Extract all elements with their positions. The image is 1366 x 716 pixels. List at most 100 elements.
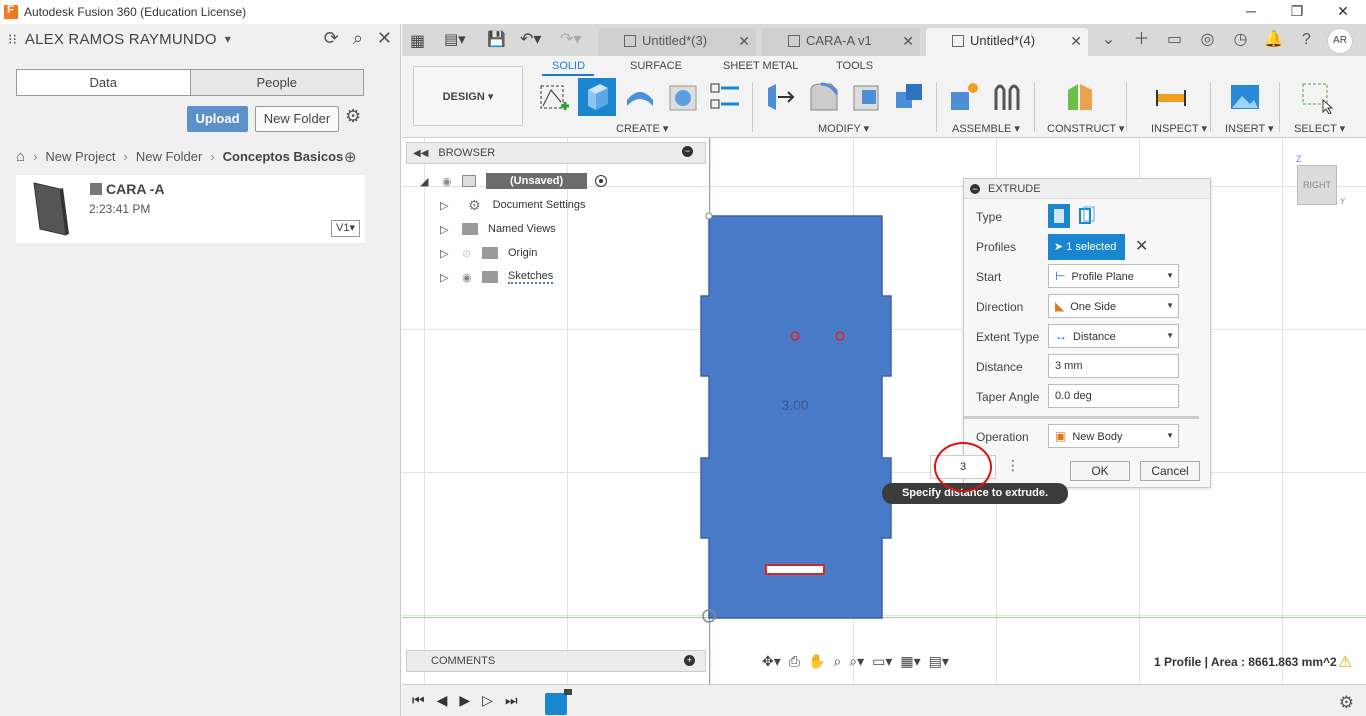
more-options-icon[interactable]: ⋮ [1006,457,1020,474]
browser-item[interactable]: ▷ ⚙ Document Settings [440,194,586,216]
close-tab-icon[interactable]: ✕ [902,28,914,54]
browser-root[interactable]: ◢ ◉ (Unsaved) [420,170,608,192]
bell-icon[interactable]: 🔔 [1257,28,1290,52]
upload-button[interactable]: Upload [187,106,248,132]
tab-data[interactable]: Data [17,70,190,95]
group-inspect[interactable]: INSPECT ▾ [1151,122,1207,135]
doc-tab[interactable]: CARA-A v1 ✕ [762,28,920,56]
sketch-profile[interactable]: 3.00 [695,208,895,628]
tab-surface[interactable]: SURFACE [630,60,682,72]
group-insert[interactable]: INSERT ▾ [1225,122,1274,135]
warning-icon[interactable]: ⚠ [1338,652,1352,672]
file-menu-icon[interactable]: ▤▾ [444,30,466,48]
go-to-end-icon[interactable]: ⏭ [505,692,518,709]
measure-icon[interactable] [1154,80,1188,114]
extrude-dialog-header[interactable]: − EXTRUDE [964,179,1210,199]
pattern-icon[interactable] [708,80,742,114]
press-pull-icon[interactable] [764,80,798,114]
extrude-icon[interactable] [578,78,616,116]
browser-item[interactable]: ▷ Named Views [440,218,556,240]
taper-angle-input[interactable]: 0.0 deg [1048,384,1179,408]
fit-icon[interactable]: ⌕▾ [849,653,864,670]
new-folder-button[interactable]: New Folder [255,106,339,132]
direction-select[interactable]: ◣ One Side [1048,294,1179,318]
group-create[interactable]: CREATE ▾ [616,122,668,135]
fillet-icon[interactable] [807,80,841,114]
select-window-icon[interactable] [1299,80,1333,114]
comment-icon[interactable]: ▭ [1158,28,1191,52]
extent-type-select[interactable]: ↔ Distance [1048,324,1179,348]
tab-overflow-icon[interactable]: ⌄ [1092,28,1125,52]
timeline-marker[interactable] [564,689,572,695]
group-assemble[interactable]: ASSEMBLE ▾ [952,122,1020,135]
collapse-icon[interactable]: ◀◀ [413,148,428,159]
start-select[interactable]: ⊢ Profile Plane [1048,264,1179,288]
group-select[interactable]: SELECT ▾ [1294,122,1345,135]
expand-triangle-icon[interactable]: ▷ [440,247,462,260]
go-to-start-icon[interactable]: ⏮ [412,692,425,709]
offset-plane-icon[interactable] [1064,80,1098,114]
active-radio-icon[interactable] [595,175,608,187]
view-cube[interactable]: RIGHT [1297,165,1337,205]
close-tab-icon[interactable]: ✕ [738,28,750,54]
hidden-eye-icon[interactable]: ⊘ [462,247,482,260]
revolve-icon[interactable] [623,80,657,114]
gear-icon[interactable]: ⚙ [345,106,361,127]
ok-button[interactable]: OK [1070,461,1130,481]
eye-icon[interactable]: ◉ [462,271,482,284]
expand-triangle-icon[interactable]: ▷ [440,223,462,236]
tab-people[interactable]: People [189,70,363,95]
undo-icon[interactable]: ↶▾ [520,29,541,49]
add-comment-icon[interactable]: + [684,655,695,666]
display-settings-icon[interactable]: ▭▾ [872,653,892,670]
tab-tools[interactable]: TOOLS [836,60,873,72]
app-grid-icon[interactable]: ▦ [410,31,425,51]
user-name[interactable]: ALEX RAMOS RAYMUNDO [25,31,217,48]
doc-tab[interactable]: Untitled*(3) ✕ [598,28,756,56]
restore-icon[interactable]: ❐ [1274,0,1320,24]
orbit-icon[interactable]: ✥▾ [762,653,781,670]
close-panel-icon[interactable]: ✕ [377,28,392,49]
collapse-dialog-icon[interactable]: − [970,183,980,194]
distance-input[interactable]: 3 mm [1048,354,1179,378]
home-icon[interactable]: ⌂ [16,148,25,165]
new-component-icon[interactable] [947,80,981,114]
workspace-switcher[interactable]: DESIGN ▾ [413,66,523,126]
create-sketch-icon[interactable] [537,80,571,114]
pan-icon[interactable]: ✋ [808,653,825,670]
hole-icon[interactable] [666,80,700,114]
globe-icon[interactable]: ⊕ [344,148,357,166]
browser-item[interactable]: ▷ ◉ Sketches [440,266,554,288]
group-modify[interactable]: MODIFY ▾ [818,122,869,135]
step-back-icon[interactable]: ◀ [437,692,448,709]
comments-panel[interactable]: COMMENTS + [406,650,706,672]
version-badge[interactable]: V1▾ [331,220,360,237]
play-icon[interactable]: ▶ [459,692,470,709]
expanded-triangle-icon[interactable]: ◢ [420,175,442,188]
doc-tab-active[interactable]: Untitled*(4) ✕ [926,28,1088,56]
close-tab-icon[interactable]: ✕ [1070,28,1082,54]
redo-icon[interactable]: ↷▾ [560,29,581,49]
eye-icon[interactable]: ◉ [442,175,462,188]
solid-type-icon[interactable] [1048,204,1070,228]
avatar[interactable]: AR [1327,28,1353,54]
job-status-icon[interactable]: ◎ [1191,28,1224,52]
expand-triangle-icon[interactable]: ▷ [440,199,462,212]
joint-icon[interactable] [990,80,1024,114]
insert-image-icon[interactable] [1228,80,1262,114]
refresh-icon[interactable]: ⟳ [324,28,339,49]
grid-settings-icon[interactable]: ▦▾ [900,653,920,670]
browser-item[interactable]: ▷ ⊘ Origin [440,242,537,264]
save-icon[interactable]: 💾 [487,30,506,48]
minimize-icon[interactable]: ─ [1228,0,1274,24]
minimize-panel-icon[interactable]: − [682,146,693,157]
combine-icon[interactable] [892,80,926,114]
shell-icon[interactable] [850,80,884,114]
expand-triangle-icon[interactable]: ▷ [440,271,462,284]
new-tab-icon[interactable]: ＋ [1125,28,1158,52]
thin-type-icon[interactable] [1076,204,1098,228]
tab-sheet-metal[interactable]: SHEET METAL [723,60,798,72]
look-at-icon[interactable]: ⎙ [789,653,800,670]
tab-solid[interactable]: SOLID [552,60,585,72]
help-icon[interactable]: ? [1290,28,1323,52]
